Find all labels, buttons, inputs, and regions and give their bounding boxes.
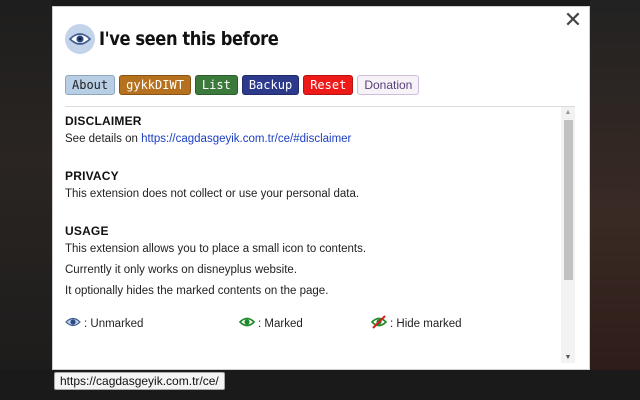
disclaimer-heading: DISCLAIMER: [65, 114, 142, 128]
privacy-text: This extension does not collect or use y…: [65, 188, 360, 200]
tab-reset[interactable]: Reset: [303, 75, 354, 95]
tab-bar: About gykkDIWT List Backup Reset Donatio…: [65, 75, 420, 95]
usage-line: This extension allows you to place a sma…: [65, 243, 367, 255]
popup-title: I've seen this before: [99, 28, 279, 50]
usage-line: Currently it only works on disneyplus we…: [65, 264, 298, 276]
legend-unmarked: : Unmarked: [65, 315, 239, 332]
legend-marked: : Marked: [238, 315, 371, 332]
tab-backup[interactable]: Backup: [241, 75, 300, 95]
about-content: DISCLAIMER See details on https://cagdas…: [65, 107, 555, 332]
disclaimer-text: See details on https://cagdasgeyik.com.t…: [65, 129, 555, 150]
close-button[interactable]: ✕: [563, 9, 583, 33]
scroll-thumb[interactable]: [564, 120, 573, 280]
legend-hide-label: : Hide marked: [390, 317, 462, 330]
eye-unmarked-icon: [65, 316, 84, 331]
legend-marked-label: : Marked: [258, 317, 303, 330]
usage-heading: USAGE: [65, 224, 109, 238]
tab-donation[interactable]: Donation: [357, 75, 420, 95]
scroll-up-arrow-icon[interactable]: ▲: [561, 109, 575, 117]
tab-list[interactable]: List: [194, 75, 238, 95]
legend-hide-marked: : Hide marked: [370, 315, 462, 332]
status-bar-url: https://cagdasgeyik.com.tr/ce/: [54, 372, 225, 390]
legend-unmarked-label: : Unmarked: [84, 317, 144, 330]
disclaimer-link[interactable]: https://cagdasgeyik.com.tr/ce/#disclaime…: [141, 133, 351, 145]
tab-about[interactable]: About: [65, 75, 116, 95]
privacy-heading: PRIVACY: [65, 169, 119, 183]
scroll-down-arrow-icon[interactable]: ▼: [561, 354, 575, 362]
eye-marked-icon: [238, 316, 258, 331]
disclaimer-prefix: See details on: [65, 133, 142, 145]
eye-logo-icon: [65, 24, 95, 54]
scrollbar[interactable]: ▲ ▼: [561, 107, 575, 363]
background-page-left: [0, 0, 52, 400]
background-page-right: [590, 0, 640, 400]
popup-header: I've seen this before: [65, 23, 308, 55]
extension-popup: ✕ I've seen this before About gykkDIWT L…: [52, 6, 590, 370]
about-panel: DISCLAIMER See details on https://cagdas…: [65, 106, 575, 363]
icon-legend: : Unmarked : Marked: Hide marked: [65, 315, 555, 332]
eye-hide-icon: [370, 315, 390, 332]
tab-gykkdiwt[interactable]: gykkDIWT: [119, 75, 191, 95]
usage-line: It optionally hides the marked contents …: [65, 285, 329, 297]
